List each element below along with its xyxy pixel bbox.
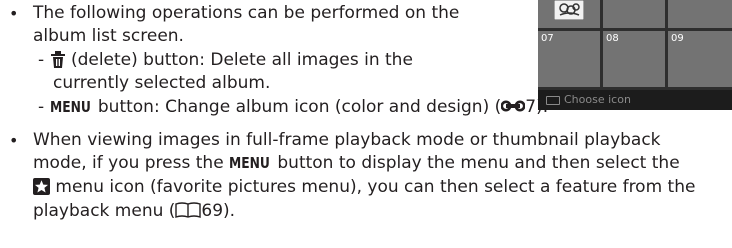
menu-description: button: Change album icon (color and des… [97,97,502,117]
album-number: 07 [541,33,554,44]
bullet-1-line-1: The following operations can be performe… [33,3,460,23]
footer-text: Choose icon [564,93,631,106]
delete-description: (delete) button: Delete all images in th… [70,50,413,70]
album-list-screen-image: 07 08 09 Choose icon [538,0,732,110]
album-cell [603,0,665,28]
bullet-2: • [9,131,19,150]
bullet-1: • [9,4,19,23]
album-cell-08: 08 [603,31,665,87]
album-cell [668,0,732,28]
command-dial-icon [546,96,560,105]
dash: - [38,50,50,70]
favorite-star-icon [33,178,50,195]
trash-icon [50,51,65,68]
menu-button-label: MENU [49,98,91,116]
menu-button-label: MENU [229,154,270,172]
bullet-2-line-4: playback menu ( 69). [33,201,236,221]
bullet-1-line-2: album list screen. [33,26,184,46]
dash: - [38,97,50,117]
sub-item-delete: - (delete) button: Delete all images in … [38,49,413,72]
book-icon [175,202,202,218]
album-icon-flower [554,0,584,20]
sub-item-menu: - MENU button: Change album icon (color … [38,96,548,119]
album-cell-07: 07 [538,31,600,87]
reference-link-icon [501,100,526,112]
album-number: 09 [671,33,684,44]
album-number: 08 [606,33,619,44]
screen-footer: Choose icon [538,90,732,110]
bullet-2-line-1: When viewing images in full-frame playba… [33,130,661,150]
bullet-2-line-2: mode, if you press the MENU button to di… [33,153,680,173]
sub-item-delete-line-2: currently selected album. [53,73,271,93]
bullet-2-line-3: menu icon (favorite pictures menu), you … [33,176,695,199]
album-cell-09: 09 [668,31,732,87]
